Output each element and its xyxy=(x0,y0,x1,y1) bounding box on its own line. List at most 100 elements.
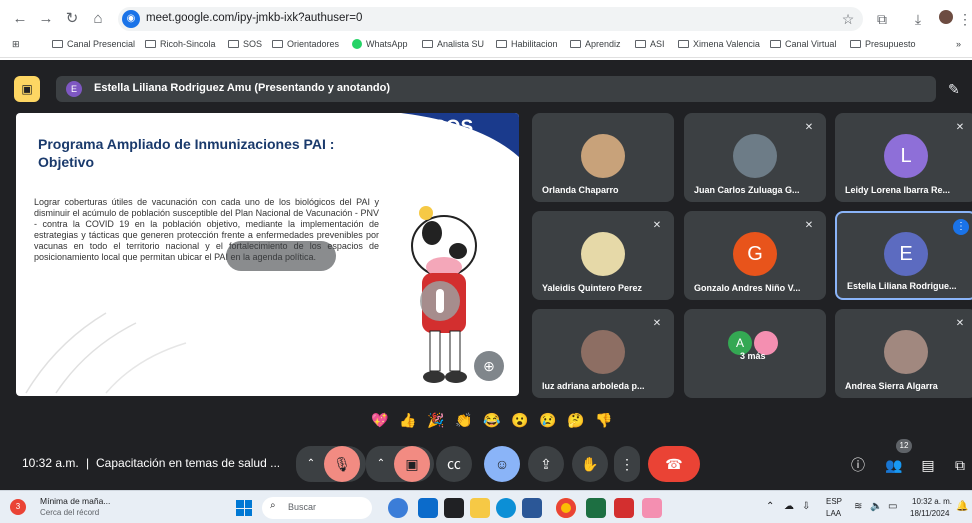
bookmark-star-icon[interactable]: ☆ xyxy=(838,9,858,29)
camera-off-button[interactable]: ▣ xyxy=(394,446,430,482)
mic-options-chevron-icon[interactable]: ⌃ xyxy=(296,446,326,482)
reaction-thumbs-up-icon[interactable]: 👍 xyxy=(398,410,418,430)
download-icon[interactable]: ⤓ xyxy=(908,9,928,29)
present-screen-button[interactable]: ⇪ xyxy=(528,446,564,482)
participant-name: Estella Liliana Rodrigue... xyxy=(847,281,957,291)
language-label[interactable]: ESP xyxy=(826,497,842,506)
network-app-icon[interactable]: ☁ xyxy=(784,501,794,512)
activities-icon[interactable]: ⧉ xyxy=(950,455,970,475)
reload-icon[interactable]: ↻ xyxy=(62,9,82,29)
participant-avatar: E xyxy=(884,232,928,276)
participant-tile[interactable]: ✕ Juan Carlos Zuluaga G... xyxy=(684,113,826,202)
widgets-icon[interactable] xyxy=(388,498,408,518)
menu-icon[interactable]: ⋮ xyxy=(955,9,972,29)
participant-tile[interactable]: ✕ L Leidy Lorena Ibarra Re... xyxy=(835,113,972,202)
meeting-info-icon[interactable]: ⓘ xyxy=(848,455,868,475)
extensions-icon[interactable]: ⧉ xyxy=(872,9,892,29)
people-icon[interactable]: 👥 xyxy=(884,455,904,475)
annotate-pen-icon[interactable]: ✎ xyxy=(948,76,972,102)
reaction-thinking-icon[interactable]: 🤔 xyxy=(566,410,586,430)
notifications-icon[interactable]: 🔔 xyxy=(956,501,968,512)
participant-name: Yaleidis Quintero Perez xyxy=(542,283,643,293)
bookmark-item[interactable]: Canal Virtual xyxy=(770,39,836,49)
copilot-icon[interactable] xyxy=(418,498,438,518)
taskbar-search[interactable]: ⌕ Buscar xyxy=(262,497,372,519)
participant-tile[interactable]: Orlanda Chaparro xyxy=(532,113,674,202)
profile-icon[interactable] xyxy=(936,9,956,29)
slide-hover-controls[interactable] xyxy=(226,241,336,271)
folder-icon xyxy=(145,40,156,48)
decorative-leaves xyxy=(25,312,187,394)
captions-button[interactable]: ㏄ xyxy=(436,446,472,482)
more-bookmarks-button[interactable]: » xyxy=(956,39,961,49)
bookmark-item[interactable]: WhatsApp xyxy=(352,39,408,49)
participant-tile[interactable]: ✕ Andrea Sierra Algarra xyxy=(835,309,972,398)
battery-icon[interactable]: ▭ xyxy=(888,501,897,512)
bookmark-item[interactable]: Canal Presencial xyxy=(52,39,135,49)
reaction-thumbs-down-icon[interactable]: 👎 xyxy=(594,410,614,430)
weather-icon[interactable]: 3 xyxy=(10,499,26,515)
zoom-icon[interactable]: ⊕ xyxy=(474,351,504,381)
bookmark-item[interactable]: Orientadores xyxy=(272,39,339,49)
participant-tile[interactable]: ✕ G Gonzalo Andres Niño V... xyxy=(684,211,826,300)
app-icon[interactable] xyxy=(642,498,662,518)
reaction-laugh-icon[interactable]: 😂 xyxy=(482,410,502,430)
forward-icon[interactable]: → xyxy=(36,9,56,29)
bookmark-item[interactable]: SOS xyxy=(228,39,262,49)
home-icon[interactable]: ⌂ xyxy=(88,9,108,29)
bookmark-item[interactable]: Ricoh-Sincola xyxy=(145,39,216,49)
volume-icon[interactable]: 🔈 xyxy=(870,501,882,512)
reaction-clap-icon[interactable]: 👏 xyxy=(454,410,474,430)
bookmark-item[interactable]: Ximena Valencia xyxy=(678,39,760,49)
participant-tile[interactable]: ✕ luz adriana arboleda p... xyxy=(532,309,674,398)
edge-icon[interactable] xyxy=(496,498,516,518)
bookmark-item[interactable]: Presupuesto xyxy=(850,39,916,49)
show-hidden-icons-icon[interactable]: ⌃ xyxy=(766,501,774,512)
address-bar[interactable]: ◉ meet.google.com/ipy-jmkb-ixk?authuser=… xyxy=(118,7,863,31)
taskbar-time[interactable]: 10:32 a. m. xyxy=(912,497,952,506)
wifi-icon[interactable]: ≋ xyxy=(854,501,862,512)
chrome-icon[interactable] xyxy=(556,498,576,518)
reaction-heart-icon[interactable]: 💖 xyxy=(370,410,390,430)
presentation-icon[interactable]: ▣ xyxy=(14,76,40,102)
apps-icon[interactable]: ⊞ xyxy=(12,39,20,50)
participant-name: Andrea Sierra Algarra xyxy=(845,381,938,391)
participant-name: Gonzalo Andres Niño V... xyxy=(694,283,801,293)
presenter-avatar: E xyxy=(66,81,82,97)
reaction-sad-icon[interactable]: 😢 xyxy=(538,410,558,430)
site-info-icon[interactable]: ◉ xyxy=(122,10,140,28)
chat-icon[interactable]: ▤ xyxy=(918,455,938,475)
presenter-label: Estella Liliana Rodriguez Amu (Presentan… xyxy=(94,82,391,94)
participant-tile[interactable]: ✕ Yaleidis Quintero Perez xyxy=(532,211,674,300)
task-view-icon[interactable] xyxy=(444,498,464,518)
more-participants-tile[interactable]: A 3 más xyxy=(684,309,826,398)
acrobat-icon[interactable] xyxy=(614,498,634,518)
url-text[interactable]: meet.google.com/ipy-jmkb-ixk?authuser=0 xyxy=(146,12,362,24)
leave-call-button[interactable]: ☎ xyxy=(648,446,700,482)
bookmark-item[interactable]: Analista SU xyxy=(422,39,484,49)
bookmark-item[interactable]: Aprendiz xyxy=(570,39,621,49)
excel-icon[interactable] xyxy=(586,498,606,518)
bookmarks-bar: ⊞ Canal Presencial Ricoh-Sincola SOS Ori… xyxy=(0,36,972,58)
mic-off-button[interactable]: 🎙 xyxy=(324,446,360,482)
bookmark-item[interactable]: ASI xyxy=(635,39,665,49)
mic-off-icon: ✕ xyxy=(804,220,814,231)
raise-hand-button[interactable]: ✋ xyxy=(572,446,608,482)
meet-window: ▣ E Estella Liliana Rodriguez Amu (Prese… xyxy=(0,60,972,490)
file-explorer-icon[interactable] xyxy=(470,498,490,518)
folder-icon xyxy=(272,40,283,48)
camera-options-chevron-icon[interactable]: ⌃ xyxy=(366,446,396,482)
usb-icon[interactable]: ⇩ xyxy=(802,501,810,512)
participant-tile-active-speaker[interactable]: ⋮ E Estella Liliana Rodrigue... xyxy=(835,211,972,300)
more-options-button[interactable]: ⋮ xyxy=(614,446,640,482)
back-icon[interactable]: ← xyxy=(10,9,30,29)
meeting-title: Capacitación en temas de salud ... xyxy=(96,456,281,470)
windows-start-icon[interactable] xyxy=(236,500,252,516)
reaction-party-icon[interactable]: 🎉 xyxy=(426,410,446,430)
weather-title[interactable]: Mínima de maña... xyxy=(40,496,110,506)
bookmark-item[interactable]: Habilitacion xyxy=(496,39,558,49)
reaction-surprised-icon[interactable]: 😮 xyxy=(510,410,530,430)
store-icon[interactable] xyxy=(522,498,542,518)
search-icon: ⌕ xyxy=(270,500,276,511)
emoji-reactions-button[interactable]: ☺ xyxy=(484,446,520,482)
